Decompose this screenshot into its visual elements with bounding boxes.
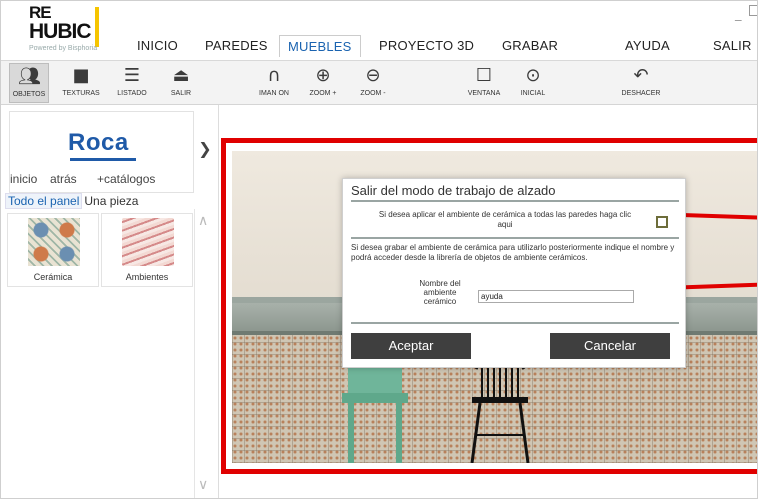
top-bar: RE HUBIC Powered by Bisphoria INICIO PAR… (1, 1, 757, 61)
iman-button[interactable]: ∩ IMAN ON (254, 63, 294, 103)
roca-logo-underline (70, 158, 136, 161)
dialog-title: Salir del modo de trabajo de alzado (351, 183, 556, 198)
scroll-down-icon[interactable]: ∨ (198, 477, 208, 493)
nav-inicio[interactable]: inicio (10, 172, 37, 186)
ventana-label: VENTANA (467, 90, 501, 97)
minimize-icon[interactable]: _ (735, 7, 742, 22)
texturas-label: TEXTURAS (62, 90, 100, 97)
catalog-item-label: Ambientes (125, 272, 169, 282)
catalog-item-label: Cerámica (33, 272, 73, 282)
people-icon: 👥︎ (18, 66, 41, 87)
logo-re: RE (29, 3, 52, 22)
ventana-button[interactable]: ☐ VENTANA (462, 63, 506, 103)
listado-label: LISTADO (117, 90, 147, 97)
listado-button[interactable]: ☰ LISTADO (111, 63, 153, 103)
zoom-out-icon: ⊖ (365, 65, 381, 86)
scrollbar[interactable] (194, 209, 195, 498)
cube-icon: ■ (72, 65, 90, 86)
ceramica-thumbnail (28, 218, 80, 266)
exit-icon: ⏏ (172, 65, 190, 86)
chevron-right-icon[interactable]: ❯ (195, 129, 215, 169)
save-ambient-text: Si desea grabar el ambiente de cerámica … (351, 243, 675, 262)
zoom-in-button[interactable]: ⊕ ZOOM + (303, 63, 343, 103)
maximize-icon[interactable] (749, 5, 757, 16)
divider (351, 237, 679, 239)
tab-una-pieza[interactable]: Una pieza (84, 194, 138, 208)
zoom-window-icon: ☐ (475, 65, 493, 86)
objetos-label: OBJETOS (12, 91, 46, 98)
cancel-button[interactable]: Cancelar (550, 333, 670, 359)
logo-name: HUBIC (29, 20, 91, 43)
catalog-item-ambientes[interactable]: Ambientes (101, 213, 193, 287)
apply-all-text-2: aqui (497, 220, 513, 229)
magnet-icon: ∩ (267, 65, 281, 86)
app-window: RE HUBIC Powered by Bisphoria INICIO PAR… (0, 0, 758, 499)
roca-logo: Roca (68, 129, 129, 156)
logo-powered: Powered by Bisphoria (29, 45, 98, 52)
panel-tabs: Todo el panel Una pieza (5, 193, 138, 209)
brand-box: Roca inicio atrás +catálogos (9, 111, 194, 193)
divider (351, 322, 679, 324)
toolbar: 👥︎ OBJETOS ■ TEXTURAS ☰ LISTADO ⏏ SALIR … (1, 61, 757, 105)
accept-button[interactable]: Aceptar (351, 333, 471, 359)
zoom-in-label: ZOOM + (309, 90, 337, 97)
menu-proyecto-3d[interactable]: PROYECTO 3D (379, 35, 474, 57)
inicial-label: INICIAL (520, 90, 546, 97)
ambientes-thumbnail (122, 218, 174, 266)
salir-label: SALIR (170, 90, 192, 97)
menu-paredes[interactable]: PAREDES (205, 35, 268, 57)
list-icon: ☰ (123, 65, 141, 86)
zoom-initial-icon: ⊙ (525, 65, 541, 86)
catalog-item-ceramica[interactable]: Cerámica (7, 213, 99, 287)
inicial-button[interactable]: ⊙ INICIAL (513, 63, 553, 103)
menu-grabar[interactable]: GRABAR (502, 35, 558, 57)
nav-catalogos[interactable]: +catálogos (97, 172, 155, 186)
menu-ayuda[interactable]: AYUDA (625, 35, 670, 57)
zoom-out-button[interactable]: ⊖ ZOOM - (353, 63, 393, 103)
exit-elevation-dialog: Salir del modo de trabajo de alzado Si d… (342, 178, 686, 368)
texturas-button[interactable]: ■ TEXTURAS (59, 63, 103, 103)
menu-inicio[interactable]: INICIO (137, 35, 178, 57)
ambient-name-input[interactable]: ayuda (478, 290, 634, 303)
iman-label: IMAN ON (259, 90, 289, 97)
menu-salir[interactable]: SALIR (713, 35, 752, 57)
scroll-up-icon[interactable]: ∧ (198, 213, 208, 229)
nav-atras[interactable]: atrás (50, 172, 77, 186)
menu-muebles[interactable]: MUEBLES (279, 35, 361, 57)
logo-accent-bar (95, 7, 99, 47)
catalog-panel: Roca inicio atrás +catálogos ❯ Todo el p… (1, 105, 219, 498)
salir-button[interactable]: ⏏ SALIR (161, 63, 201, 103)
zoom-out-label: ZOOM - (360, 90, 386, 97)
tab-todo-el-panel[interactable]: Todo el panel (5, 193, 83, 209)
deshacer-label: DESHACER (621, 90, 661, 97)
undo-icon: ↶ (633, 65, 649, 86)
apply-all-text-1: Si desea aplicar el ambiente de cerámica… (378, 210, 632, 219)
deshacer-button[interactable]: ↶ DESHACER (614, 63, 668, 103)
divider (351, 200, 679, 202)
apply-all-text: Si desea aplicar el ambiente de cerámica… (355, 210, 655, 230)
zoom-in-icon: ⊕ (315, 65, 331, 86)
objetos-button[interactable]: 👥︎ OBJETOS (9, 63, 49, 103)
ambient-name-label: Nombre del ambiente cerámico (419, 279, 461, 306)
rehubic-logo[interactable]: RE HUBIC Powered by Bisphoria (29, 3, 101, 59)
apply-all-checkbox[interactable] (656, 216, 668, 228)
